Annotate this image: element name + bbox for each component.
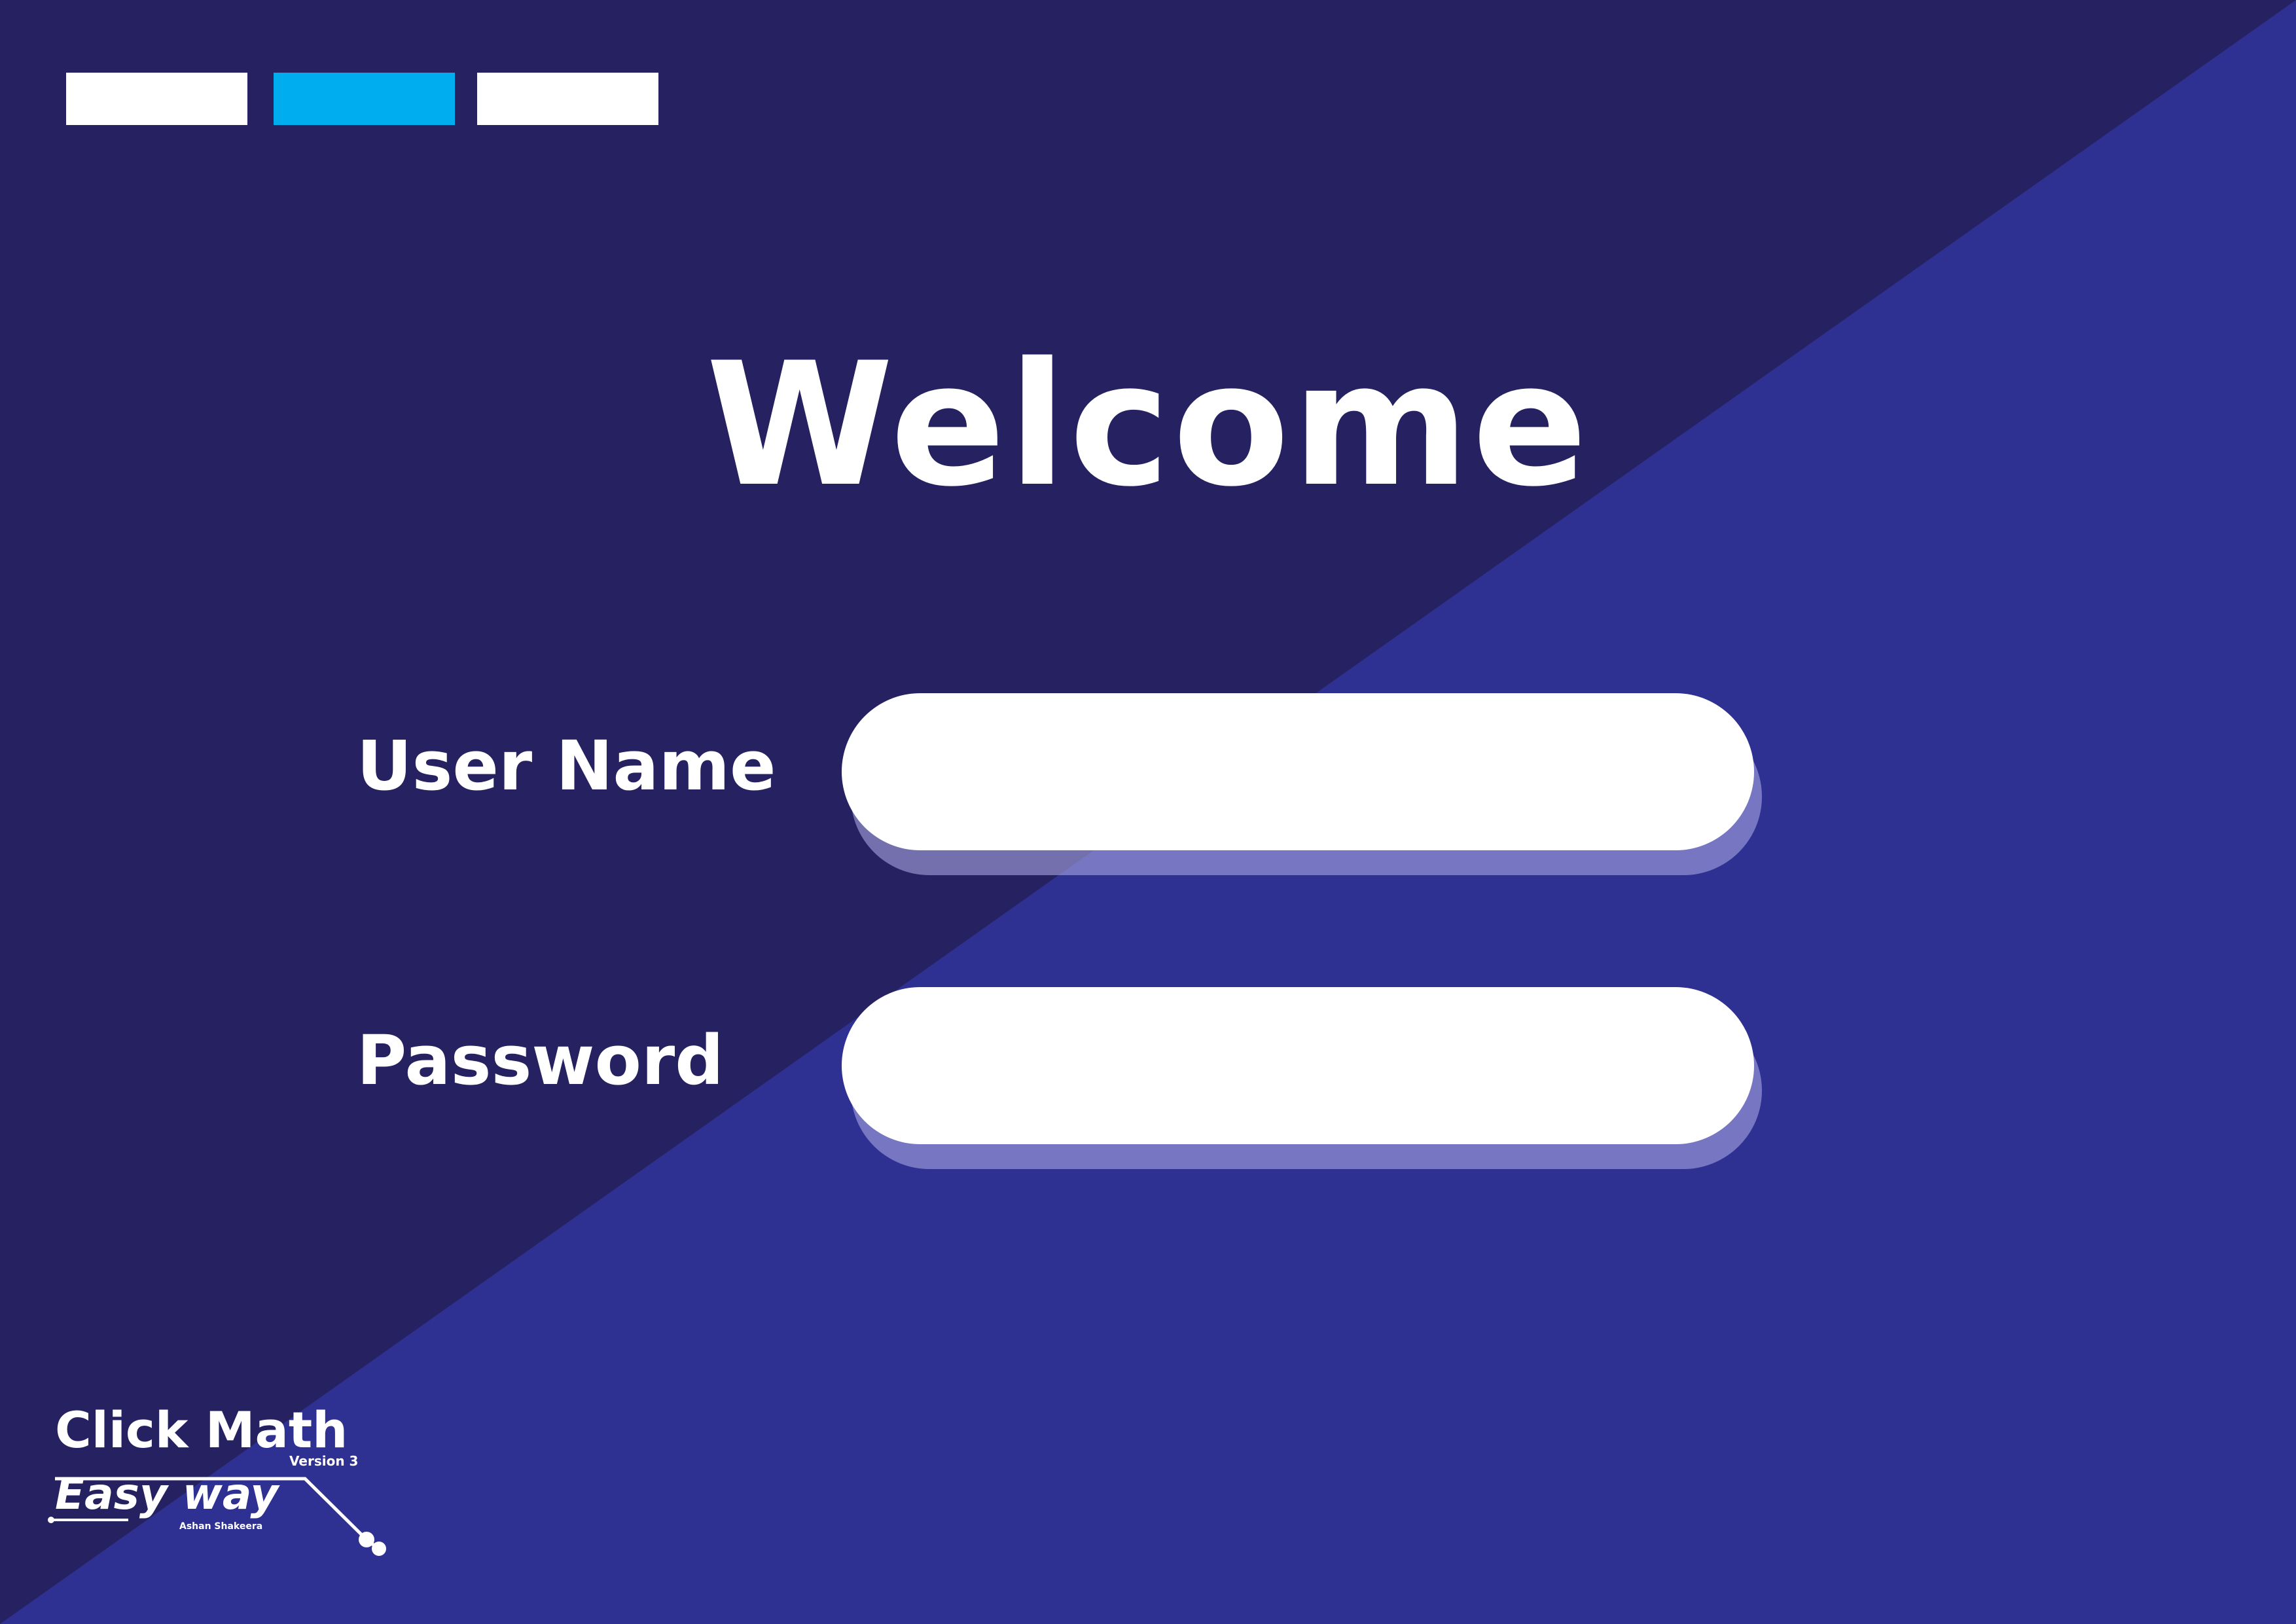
progress-step-3 bbox=[477, 73, 658, 125]
logo-title: Click Math bbox=[55, 1401, 348, 1459]
username-field[interactable] bbox=[842, 693, 1754, 850]
logo-version: Version 3 bbox=[289, 1453, 359, 1469]
progress-step-1 bbox=[66, 73, 247, 125]
password-label: Password bbox=[357, 1020, 724, 1100]
logo-subtitle: Easy way bbox=[55, 1469, 279, 1519]
app-logo: Click Math Version 3 Easy way Ashan Shak… bbox=[43, 1401, 410, 1571]
progress-step-2 bbox=[274, 73, 455, 125]
password-field[interactable] bbox=[842, 987, 1754, 1144]
page-title: Welcome bbox=[706, 327, 1590, 524]
logo-author: Ashan Shakeera bbox=[179, 1521, 263, 1532]
username-label: User Name bbox=[357, 726, 776, 806]
